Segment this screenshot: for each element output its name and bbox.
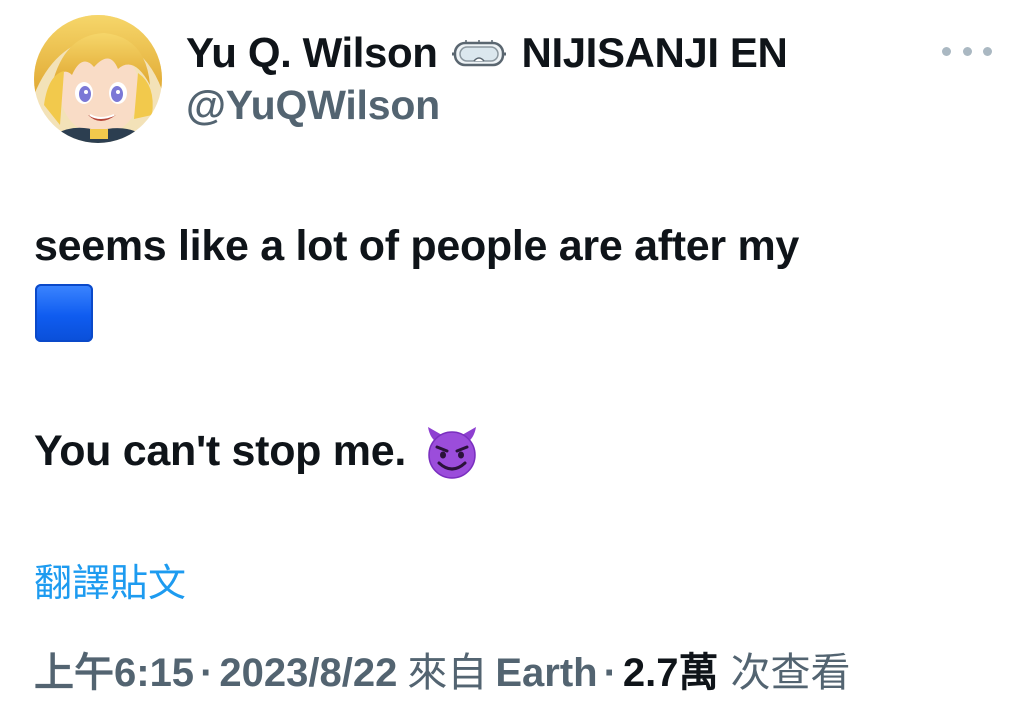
tweet-meta: 上午6:15 · 2023/8/22 來自 Earth · 2.7萬 次查看 — [34, 640, 851, 698]
more-dot — [942, 46, 951, 56]
blue-square-emoji — [35, 284, 93, 342]
views-count[interactable]: 2.7萬 — [623, 640, 719, 698]
tweet-text-line2-wrapper: You can't stop me. — [34, 421, 482, 481]
more-horizontal-icon[interactable] — [942, 36, 992, 66]
author-line[interactable]: Yu Q. Wilson NIJISANJI EN — [186, 27, 788, 79]
tweet-text-line1: seems like a lot of people are after my — [34, 222, 800, 270]
avatar-image — [34, 15, 162, 143]
more-dot — [962, 46, 972, 56]
smiling-devil-emoji — [422, 421, 482, 481]
source-prefix: 來自 — [407, 651, 488, 695]
author-affiliation[interactable]: NIJISANJI EN — [522, 29, 788, 77]
tweet-card: Yu Q. Wilson NIJISANJI EN @YuQWilson see… — [0, 0, 1024, 712]
more-dot — [983, 46, 992, 56]
tweet-source: Earth — [495, 651, 598, 695]
tweet-date[interactable]: 2023/8/22 — [219, 651, 397, 696]
author-display-name[interactable]: Yu Q. Wilson — [186, 29, 438, 77]
translate-post-link[interactable]: 翻譯貼文 — [34, 552, 186, 607]
goggles-icon — [451, 33, 506, 73]
meta-separator-2: · — [603, 651, 617, 695]
avatar[interactable] — [34, 15, 162, 143]
tweet-text-line2: You can't stop me. — [34, 426, 406, 475]
tweet-time[interactable]: 上午6:15 — [34, 640, 194, 698]
author-handle[interactable]: @YuQWilson — [186, 82, 440, 129]
views-label[interactable]: 次查看 — [731, 640, 851, 698]
meta-separator: · — [200, 651, 214, 695]
